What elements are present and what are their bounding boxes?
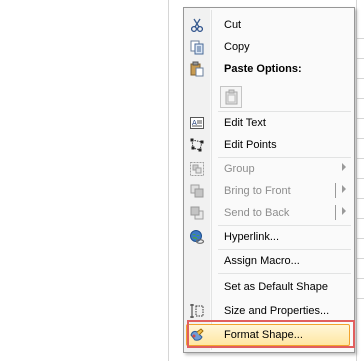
submenu-arrow-icon: [342, 163, 346, 171]
menu-item-group[interactable]: Group: [186, 158, 352, 180]
submenu-split-divider: [335, 183, 336, 198]
submenu-arrow-icon: [342, 185, 346, 193]
grid-line: [356, 78, 364, 79]
grid-line: [356, 238, 364, 239]
menu-item-label: Bring to Front: [224, 185, 291, 197]
submenu-split-divider: [335, 205, 336, 220]
grid-line: [356, 138, 364, 139]
menu-item-assign-macro[interactable]: Assign Macro...: [186, 250, 352, 272]
grid-line: [356, 98, 364, 99]
menu-item-copy[interactable]: Copy: [186, 36, 352, 58]
page: Cut Copy Paste Options: A Edit Text Edit…: [0, 0, 364, 361]
menu-item-edit-text[interactable]: A Edit Text: [186, 112, 352, 134]
menu-item-bring-to-front[interactable]: Bring to Front: [186, 180, 352, 202]
menu-item-label: Edit Points: [224, 139, 277, 151]
send-to-back-icon: [189, 205, 205, 221]
menu-item-label: Cut: [224, 19, 242, 31]
size-properties-icon: [189, 303, 205, 319]
menu-item-label: Edit Text: [224, 117, 266, 129]
context-menu: Cut Copy Paste Options: A Edit Text Edit…: [183, 7, 355, 353]
menu-item-label: Assign Macro...: [224, 255, 300, 267]
menu-item-cut[interactable]: Cut: [186, 14, 352, 36]
menu-item-label: Group: [224, 163, 255, 175]
grid-line: [356, 0, 357, 361]
grid-line: [356, 218, 364, 219]
menu-item-set-as-default-shape[interactable]: Set as Default Shape: [186, 276, 352, 298]
edit-text-icon: A: [189, 115, 205, 131]
grid-line: [356, 178, 364, 179]
scissors-icon: [189, 17, 205, 33]
menu-item-label: Copy: [224, 41, 250, 53]
grid-line: [356, 298, 364, 299]
grid-line: [356, 278, 364, 279]
hyperlink-icon: [189, 229, 205, 245]
grid-line: [356, 58, 364, 59]
grid-line: [168, 0, 169, 361]
menu-item-hyperlink[interactable]: Hyperlink...: [186, 226, 352, 248]
menu-separator: [218, 273, 351, 274]
grid-line: [356, 258, 364, 259]
menu-item-label: Size and Properties...: [224, 305, 330, 317]
menu-item-label: Paste Options:: [224, 63, 302, 75]
annotation-highlight-box: [187, 320, 355, 348]
bring-to-front-icon: [189, 183, 205, 199]
menu-item-send-to-back[interactable]: Send to Back: [186, 202, 352, 224]
menu-item-label: Hyperlink...: [224, 231, 280, 243]
paste-icon: [189, 61, 205, 77]
grid-line: [356, 158, 364, 159]
menu-item-label: Set as Default Shape: [224, 281, 328, 293]
grid-line: [356, 118, 364, 119]
paste-picture-button[interactable]: [220, 86, 242, 108]
menu-item-label: Send to Back: [224, 207, 290, 219]
group-icon: [189, 161, 205, 177]
menu-item-size-and-properties[interactable]: Size and Properties...: [186, 300, 352, 322]
copy-icon: [189, 39, 205, 55]
grid-line: [356, 198, 364, 199]
grid-line: [356, 38, 364, 39]
submenu-arrow-icon: [342, 207, 346, 215]
edit-points-icon: [189, 137, 205, 153]
paste-picture-icon: [224, 89, 240, 110]
menu-item-edit-points[interactable]: Edit Points: [186, 134, 352, 156]
menu-item-paste-options: Paste Options:: [186, 58, 352, 80]
